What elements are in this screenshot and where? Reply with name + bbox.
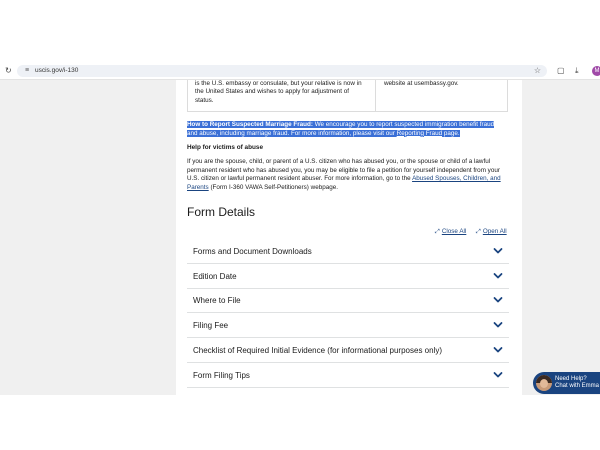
accordion-label: Filing Fee xyxy=(193,321,229,330)
fraud-text-end: page. xyxy=(442,129,460,137)
info-table: is the U.S. embassy or consulate, but yo… xyxy=(187,80,508,112)
open-all-label: Open All xyxy=(482,228,507,235)
accordion-item-filing-tips[interactable]: Form Filing Tips xyxy=(187,363,509,388)
emma-avatar xyxy=(536,375,552,391)
bookmark-star-icon[interactable]: ☆ xyxy=(534,66,541,76)
left-gutter xyxy=(0,80,176,395)
extensions-icon[interactable]: ▢ xyxy=(557,66,565,76)
url-text[interactable]: uscis.gov/i-130 xyxy=(35,67,78,75)
right-gutter xyxy=(522,80,600,395)
close-all-label: Close All xyxy=(441,228,467,235)
download-icon[interactable]: ⤓ xyxy=(575,66,579,76)
accordion-item-edition-date[interactable]: Edition Date xyxy=(187,264,509,289)
chevron-down-icon xyxy=(493,297,503,303)
main-content: is the U.S. embassy or consulate, but yo… xyxy=(176,80,522,395)
abuse-help-text: If you are the spouse, child, or parent … xyxy=(187,158,511,192)
accordion-label: Checklist of Required Initial Evidence (… xyxy=(193,346,443,355)
chat-with-emma-label: Chat with Emma xyxy=(555,383,600,389)
table-divider xyxy=(375,80,376,112)
accordion-label: Edition Date xyxy=(193,272,237,281)
chevron-down-icon xyxy=(493,372,503,378)
collapse-arrows-icon: ⤢ xyxy=(435,229,440,235)
fraud-heading: How to Report Suspected Marriage Fraud: xyxy=(187,121,313,128)
site-settings-icon[interactable]: ≡ xyxy=(23,67,31,75)
reload-icon[interactable]: ↻ xyxy=(5,66,12,76)
accordion-label: Forms and Document Downloads xyxy=(193,247,312,256)
close-all-button[interactable]: ⤢ Close All xyxy=(435,227,466,237)
chat-with-emma-button[interactable]: Need Help? Chat with Emma xyxy=(533,372,600,394)
chat-need-help-label: Need Help? xyxy=(555,376,587,382)
accordion-label: Where to File xyxy=(193,296,241,305)
chevron-down-icon xyxy=(493,273,503,279)
accordion-item-evidence-checklist[interactable]: Checklist of Required Initial Evidence (… xyxy=(187,338,509,363)
help-end: (Form I-360 VAWA Self-Petitioners) webpa… xyxy=(208,183,338,191)
reporting-fraud-link[interactable]: Reporting Fraud xyxy=(396,129,443,137)
browser-toolbar: ↻ ≡ uscis.gov/i-130 ☆ ▢ ⤓ M xyxy=(0,63,600,80)
chevron-down-icon xyxy=(493,248,503,254)
accordion-item-filing-fee[interactable]: Filing Fee xyxy=(187,313,509,338)
expand-arrows-icon: ⤢ xyxy=(476,229,481,235)
expand-controls: ⤢ Close All ⤢ Open All xyxy=(187,227,509,237)
address-bar[interactable]: ≡ uscis.gov/i-130 ☆ xyxy=(17,65,547,77)
webpage: is the U.S. embassy or consulate, but yo… xyxy=(0,80,600,395)
open-all-button[interactable]: ⤢ Open All xyxy=(476,227,507,237)
accordion-item-forms-downloads[interactable]: Forms and Document Downloads xyxy=(187,239,509,264)
form-details-heading: Form Details xyxy=(187,205,256,219)
accordion-label: Form Filing Tips xyxy=(193,371,250,380)
chevron-down-icon xyxy=(493,322,503,328)
abuse-help-heading: Help for victims of abuse xyxy=(187,144,263,151)
fraud-notice: How to Report Suspected Marriage Fraud: … xyxy=(187,121,505,138)
table-cell: website at usembassy.gov. xyxy=(384,80,459,87)
table-cell: is the U.S. embassy or consulate, but yo… xyxy=(195,80,362,104)
profile-avatar[interactable]: M xyxy=(592,66,600,76)
chevron-down-icon xyxy=(493,347,503,353)
accordion-item-where-to-file[interactable]: Where to File xyxy=(187,288,509,313)
